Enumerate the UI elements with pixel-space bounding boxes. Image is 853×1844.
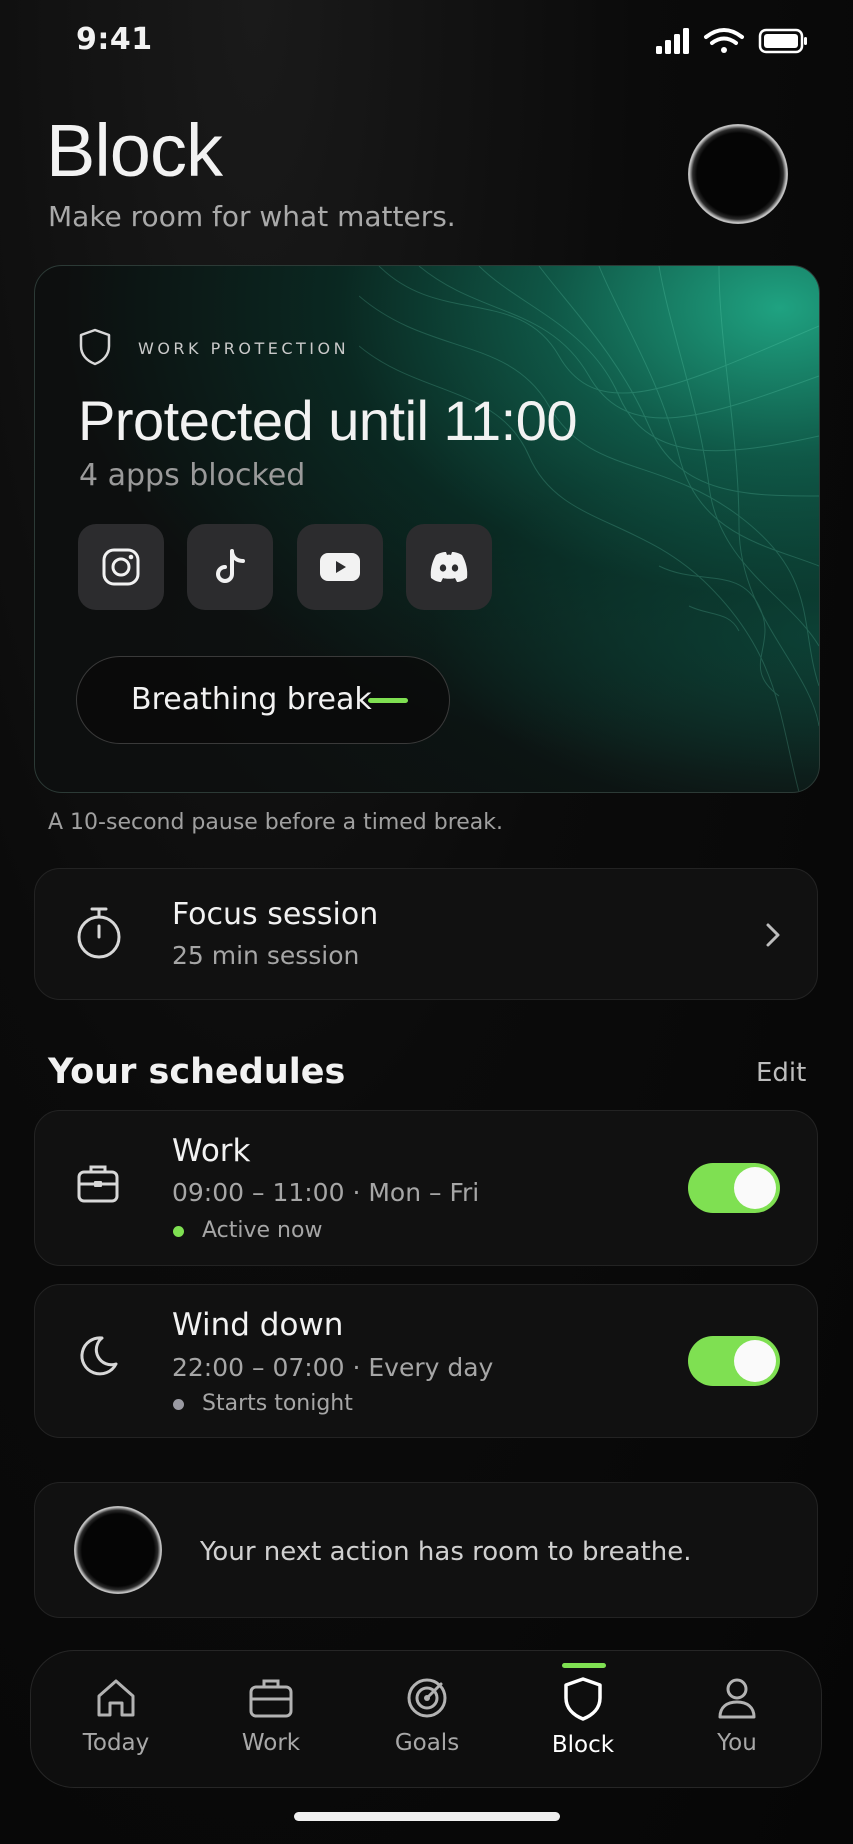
home-icon bbox=[97, 1679, 135, 1717]
break-caption: A 10-second pause before a timed break. bbox=[48, 810, 504, 835]
tab-block[interactable]: Block bbox=[518, 1676, 648, 1776]
app-tile-discord[interactable] bbox=[406, 524, 492, 610]
target-icon bbox=[407, 1678, 447, 1718]
focus-session-title: Focus session bbox=[172, 897, 379, 932]
schedule-time: 09:00 – 11:00 · Mon – Fri bbox=[172, 1178, 480, 1207]
shield-icon bbox=[78, 328, 112, 366]
breath-ring-button[interactable] bbox=[688, 124, 788, 224]
tab-today[interactable]: Today bbox=[51, 1676, 181, 1776]
wifi-icon bbox=[704, 28, 744, 53]
tiktok-icon bbox=[216, 549, 245, 583]
home-indicator[interactable] bbox=[294, 1812, 560, 1821]
schedule-name: Wind down bbox=[172, 1307, 344, 1343]
pending-status-dot bbox=[173, 1399, 184, 1410]
instagram-icon bbox=[102, 548, 140, 586]
tab-label: Work bbox=[241, 1730, 301, 1756]
active-status-dot bbox=[173, 1226, 184, 1237]
breathing-break-label: Breathing break bbox=[131, 682, 372, 717]
schedule-name: Work bbox=[172, 1133, 251, 1169]
tab-goals[interactable]: Goals bbox=[362, 1676, 492, 1776]
active-tab-indicator bbox=[562, 1663, 606, 1668]
status-time: 9:41 bbox=[76, 22, 153, 57]
tab-label: Block bbox=[551, 1732, 615, 1758]
app-tile-youtube[interactable] bbox=[297, 524, 383, 610]
wind-down-schedule-toggle[interactable] bbox=[688, 1336, 780, 1386]
breath-message-text: Your next action has room to breathe. bbox=[200, 1537, 692, 1567]
tab-label: Today bbox=[82, 1730, 150, 1756]
tab-label: You bbox=[717, 1730, 757, 1756]
page-subtitle: Make room for what matters. bbox=[48, 200, 456, 233]
protection-title: Protected until 11:00 bbox=[78, 389, 578, 452]
breath-ring-icon bbox=[74, 1506, 162, 1594]
status-icons bbox=[654, 26, 810, 56]
focus-session-card[interactable] bbox=[34, 868, 818, 1000]
toggle-knob bbox=[734, 1167, 776, 1209]
briefcase-icon bbox=[249, 1679, 293, 1718]
discord-icon bbox=[430, 552, 468, 582]
schedules-heading: Your schedules bbox=[48, 1052, 346, 1092]
tab-you[interactable]: You bbox=[672, 1676, 802, 1776]
work-schedule-toggle[interactable] bbox=[688, 1163, 780, 1213]
timer-icon bbox=[76, 906, 122, 960]
protection-eyebrow: WORK PROTECTION bbox=[138, 339, 350, 358]
battery-icon bbox=[758, 28, 807, 54]
app-tile-instagram[interactable] bbox=[78, 524, 164, 610]
briefcase-icon bbox=[76, 1162, 120, 1204]
youtube-icon bbox=[320, 553, 360, 581]
breathing-progress-indicator bbox=[368, 698, 408, 703]
schedule-status: Active now bbox=[202, 1218, 323, 1243]
schedule-time: 22:00 – 07:00 · Every day bbox=[172, 1353, 494, 1382]
page-title: Block bbox=[46, 109, 223, 192]
signal-icon bbox=[656, 28, 689, 54]
schedule-status: Starts tonight bbox=[202, 1391, 353, 1416]
person-icon bbox=[718, 1678, 756, 1719]
focus-session-duration: 25 min session bbox=[172, 941, 360, 970]
apps-blocked-count: 4 apps blocked bbox=[79, 458, 306, 493]
toggle-knob bbox=[734, 1340, 776, 1382]
moon-icon bbox=[76, 1334, 120, 1378]
app-tile-tiktok[interactable] bbox=[187, 524, 273, 610]
chevron-right-icon bbox=[762, 920, 784, 950]
edit-schedules-button[interactable]: Edit bbox=[756, 1058, 806, 1088]
tab-work[interactable]: Work bbox=[206, 1676, 336, 1776]
shield-icon bbox=[564, 1677, 602, 1721]
tab-label: Goals bbox=[394, 1730, 460, 1756]
